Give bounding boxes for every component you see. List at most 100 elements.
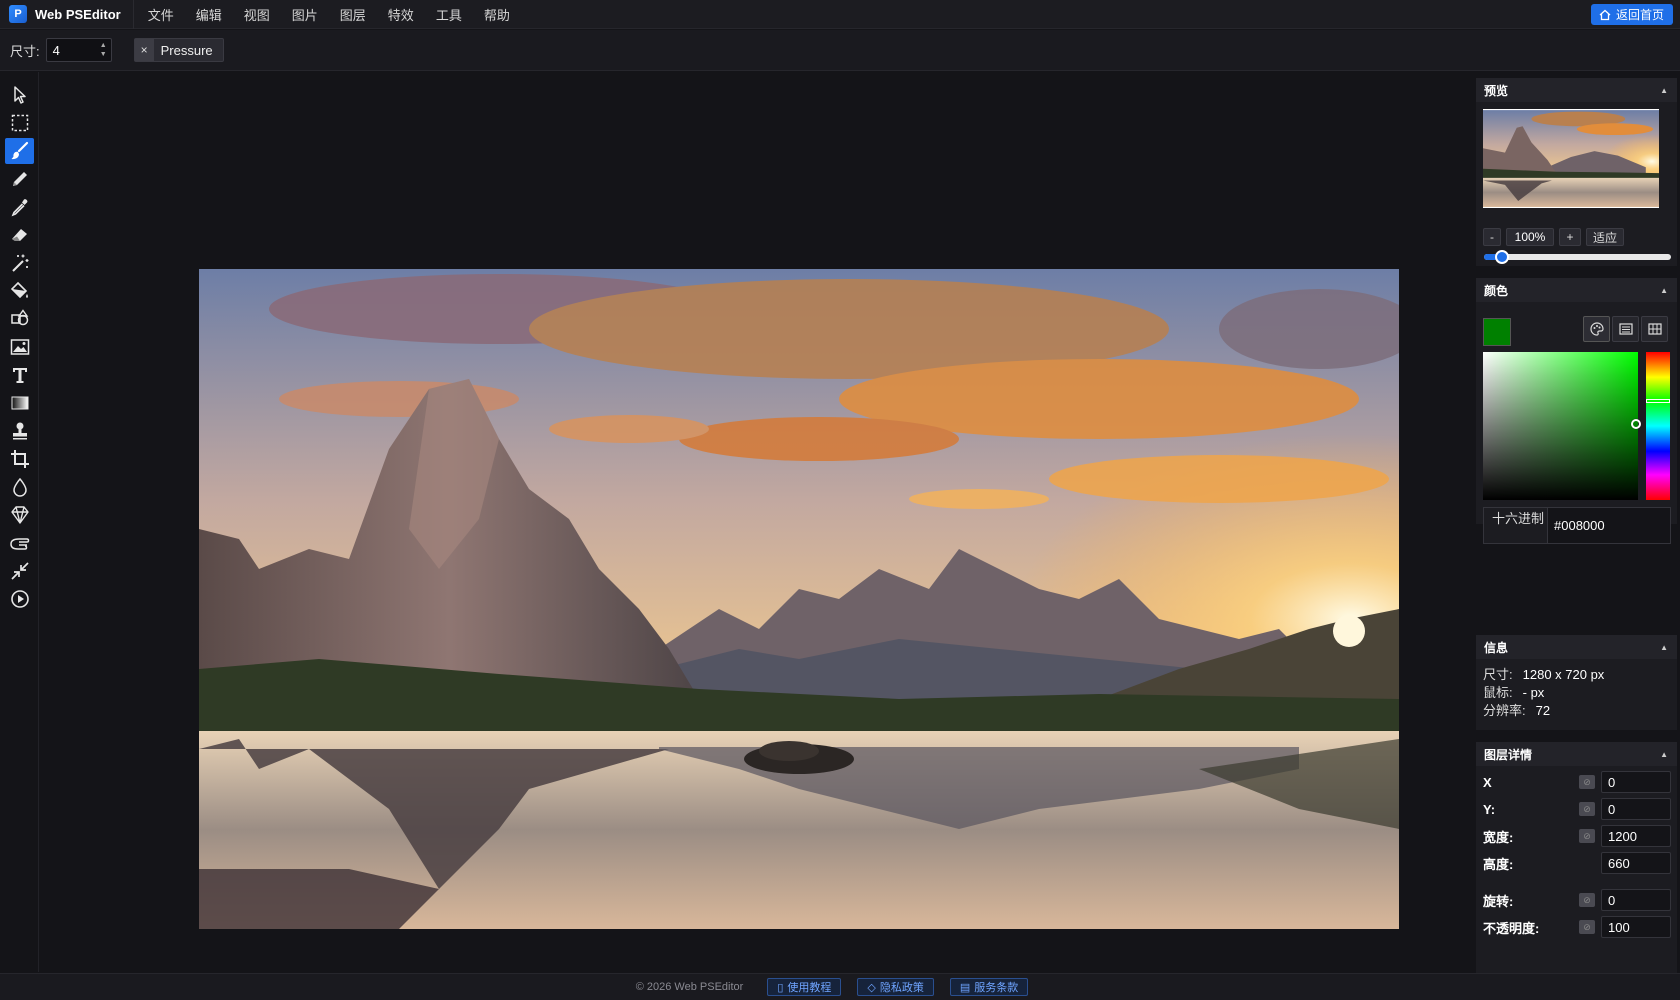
magic-wand-tool[interactable] [5,250,34,276]
landscape-photo[interactable] [199,269,1399,929]
menu-effects[interactable]: 特效 [388,5,414,24]
brush-icon [11,141,28,160]
layer-opacity-input[interactable]: 100 [1601,916,1671,938]
grid-icon [1647,323,1662,335]
lock-icon[interactable]: ⊘ [1579,829,1595,843]
collapse-icon[interactable]: ▲ [1660,86,1668,95]
crop-icon [10,450,29,468]
menu-file[interactable]: 文件 [148,5,174,24]
zoom-out-button[interactable]: - [1483,228,1501,246]
menu-view[interactable]: 视图 [244,5,270,24]
home-button[interactable]: 返回首页 [1590,4,1673,25]
gradient-tool[interactable] [5,390,34,416]
lock-icon[interactable]: ⊘ [1579,893,1595,907]
layer-width-input[interactable]: 1200 [1601,825,1671,847]
preview-panel: 预览 ▲ - 100% + 适应 [1476,78,1677,266]
menu-help[interactable]: 帮助 [484,5,510,24]
shapes-icon [10,309,28,326]
collapse-icon[interactable]: ▲ [1660,286,1668,295]
main-menu: 文件 编辑 视图 图片 图层 特效 工具 帮助 [148,5,532,24]
brush-size-stepper[interactable]: ▲ ▼ [100,41,107,59]
play-circle-icon [10,590,29,608]
info-panel-header[interactable]: 信息 ▲ [1476,635,1677,659]
eraser-tool[interactable] [5,222,34,248]
collapse-icon[interactable]: ▲ [1660,643,1668,652]
color-panel: 颜色 ▲ 十六进制 #008000 [1476,278,1677,544]
blur-tool[interactable] [5,474,34,500]
color-panel-header[interactable]: 颜色 ▲ [1476,278,1677,302]
zoom-slider-handle[interactable] [1495,250,1510,264]
select-pointer-tool[interactable] [5,82,34,108]
lock-icon[interactable]: ⊘ [1579,802,1595,816]
sharpen-tool[interactable] [5,502,34,528]
brush-tool[interactable] [5,138,34,164]
palette-mode-button[interactable] [1583,316,1610,342]
hex-input[interactable]: #008000 [1548,508,1670,543]
right-panel: 预览 ▲ - 100% + 适应 颜色 ▲ 十六进制 #008000 信息 ▲ … [1474,72,1680,1000]
privacy-link-label: 隐私政策 [879,982,924,994]
lock-icon[interactable]: ⊘ [1579,920,1595,934]
shapes-tool[interactable] [5,306,34,332]
preview-panel-header[interactable]: 预览 ▲ [1476,78,1677,102]
saturation-value-handle[interactable] [1631,419,1641,429]
brush-size-input[interactable]: 4 ▲ ▼ [45,38,112,62]
eyedropper-tool[interactable] [5,194,34,220]
marquee-select-tool[interactable] [5,110,34,136]
crop-tool[interactable] [5,446,34,472]
stamp-tool[interactable] [5,418,34,444]
pencil-tool[interactable] [5,166,34,192]
pressure-close-icon[interactable]: × [134,39,154,61]
hue-slider[interactable] [1646,352,1670,500]
fill-bucket-icon [10,281,28,299]
image-canvas[interactable] [199,269,1399,929]
palette-icon [1589,322,1604,336]
hue-slider-handle[interactable] [1646,398,1670,403]
magic-wand-icon [11,254,28,272]
fit-button[interactable]: 适应 [1586,228,1624,246]
menu-edit[interactable]: 编辑 [196,5,222,24]
canvas-workspace[interactable] [40,72,1474,972]
layer-details-title: 图层详情 [1484,747,1533,762]
resize-tool[interactable] [5,558,34,584]
layer-height-label: 高度: [1483,856,1514,872]
menu-tools[interactable]: 工具 [436,5,462,24]
info-mouse-value: - px [1522,685,1545,700]
info-size-value: 1280 x 720 px [1522,667,1605,682]
layer-y-input[interactable]: 0 [1601,798,1671,820]
list-mode-button[interactable] [1612,316,1639,342]
layer-x-input[interactable]: 0 [1601,771,1671,793]
app-logo-icon: P [9,5,27,23]
play-action-tool[interactable] [5,586,34,612]
app-logo[interactable]: P Web PSEditor [0,0,134,29]
zoom-in-button[interactable]: + [1559,228,1581,246]
stepper-down-icon[interactable]: ▼ [100,50,107,59]
menu-image[interactable]: 图片 [292,5,318,24]
privacy-link[interactable]: ◇ 隐私政策 [857,978,934,996]
preview-thumbnail[interactable] [1483,109,1659,208]
tutorial-link[interactable]: ▯ 使用教程 [767,978,842,996]
layer-details-header[interactable]: 图层详情 ▲ [1476,742,1677,766]
layer-y-label: Y: [1483,801,1496,817]
layer-height-row: 高度: 660 [1483,852,1671,874]
text-icon [12,368,27,383]
layer-rotation-input[interactable]: 0 [1601,889,1671,911]
fill-bucket-tool[interactable] [5,278,34,304]
layer-height-input[interactable]: 660 [1601,852,1671,874]
terms-link[interactable]: ▤ 服务条款 [949,978,1029,996]
current-color-swatch[interactable] [1483,318,1511,346]
eyedropper-icon [11,199,27,217]
zoom-slider[interactable] [1484,250,1671,264]
layer-opacity-label: 不透明度: [1483,920,1540,936]
menu-layer[interactable]: 图层 [340,5,366,24]
pressure-toggle[interactable]: × Pressure [133,38,224,62]
stepper-up-icon[interactable]: ▲ [100,41,107,50]
collapse-icon[interactable]: ▲ [1660,750,1668,759]
color-mode-switcher [1581,316,1668,342]
grid-mode-button[interactable] [1641,316,1668,342]
image-tool[interactable] [5,334,34,360]
smudge-tool[interactable] [5,530,34,556]
layer-rotation-label: 旋转: [1483,893,1514,909]
lock-icon[interactable]: ⊘ [1579,775,1595,789]
text-tool[interactable] [5,362,34,388]
saturation-value-picker[interactable] [1483,352,1641,500]
